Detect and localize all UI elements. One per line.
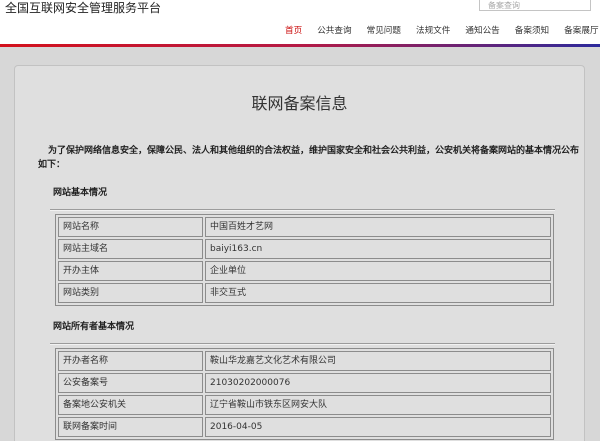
- nav-public-query[interactable]: 公共查询: [317, 25, 351, 37]
- main-nav: 首页 公共查询 常见问题 法规文件 通知公告 备案须知 备案展厅: [285, 25, 600, 37]
- nav-filing-guide[interactable]: 备案须知: [515, 25, 549, 37]
- owner-name-value: 鞍山华龙嘉艺文化艺术有限公司: [205, 351, 551, 371]
- filing-date-value: 2016-04-05: [205, 417, 551, 437]
- site-category-label: 网站类别: [58, 283, 203, 303]
- operator-type-value: 企业单位: [205, 261, 551, 281]
- page-title: 联网备案信息: [251, 94, 348, 113]
- filing-authority-label: 备案地公安机关: [58, 395, 203, 415]
- filing-authority-value: 辽宁省鞍山市铁东区网安大队: [205, 395, 551, 415]
- table-row-filing-authority: 备案地公安机关 辽宁省鞍山市铁东区网安大队: [58, 395, 551, 415]
- nav-home[interactable]: 首页: [285, 25, 302, 37]
- nav-notices[interactable]: 通知公告: [465, 25, 499, 37]
- section-divider: [50, 209, 555, 211]
- section-heading-owner-info: 网站所有者基本情况: [53, 322, 135, 332]
- operator-type-label: 开办主体: [58, 261, 203, 281]
- police-record-number-value: 21030202000076: [205, 373, 551, 393]
- table-row-police-record-number: 公安备案号 21030202000076: [58, 373, 551, 393]
- site-header: 全国互联网安全管理服务平台 首页 公共查询 常见问题 法规文件 通知公告 备案须…: [0, 0, 600, 44]
- section-divider: [50, 343, 555, 345]
- table-row-site-category: 网站类别 非交互式: [58, 283, 551, 303]
- site-category-value: 非交互式: [205, 283, 551, 303]
- nav-regulations[interactable]: 法规文件: [416, 25, 450, 37]
- table-row-operator-type: 开办主体 企业单位: [58, 261, 551, 281]
- table-row-filing-date: 联网备案时间 2016-04-05: [58, 417, 551, 437]
- record-search-input[interactable]: [479, 0, 591, 11]
- header-gradient-divider: [0, 44, 600, 47]
- site-info-table: 网站名称 中国百姓才艺网 网站主域名 baiyi163.cn 开办主体 企业单位…: [55, 214, 554, 306]
- nav-filing-showcase[interactable]: 备案展厅: [564, 25, 598, 37]
- owner-name-label: 开办者名称: [58, 351, 203, 371]
- site-name-label: 网站名称: [58, 217, 203, 237]
- intro-paragraph: 为了保护网络信息安全，保障公民、法人和其他组织的合法权益，维护国家安全和社会公共…: [38, 146, 580, 170]
- owner-info-table: 开办者名称 鞍山华龙嘉艺文化艺术有限公司 公安备案号 2103020200007…: [55, 348, 554, 440]
- nav-faq[interactable]: 常见问题: [367, 25, 401, 37]
- table-row-site-name: 网站名称 中国百姓才艺网: [58, 217, 551, 237]
- table-row-owner-name: 开办者名称 鞍山华龙嘉艺文化艺术有限公司: [58, 351, 551, 371]
- site-domain-value: baiyi163.cn: [205, 239, 551, 259]
- page: { "header": { "site_title": "全国互联网安全管理服务…: [0, 0, 600, 441]
- section-heading-site-info: 网站基本情况: [53, 188, 108, 198]
- police-record-number-label: 公安备案号: [58, 373, 203, 393]
- table-row-site-domain: 网站主域名 baiyi163.cn: [58, 239, 551, 259]
- site-domain-label: 网站主域名: [58, 239, 203, 259]
- site-name-value: 中国百姓才艺网: [205, 217, 551, 237]
- site-title: 全国互联网安全管理服务平台: [5, 1, 162, 15]
- filing-date-label: 联网备案时间: [58, 417, 203, 437]
